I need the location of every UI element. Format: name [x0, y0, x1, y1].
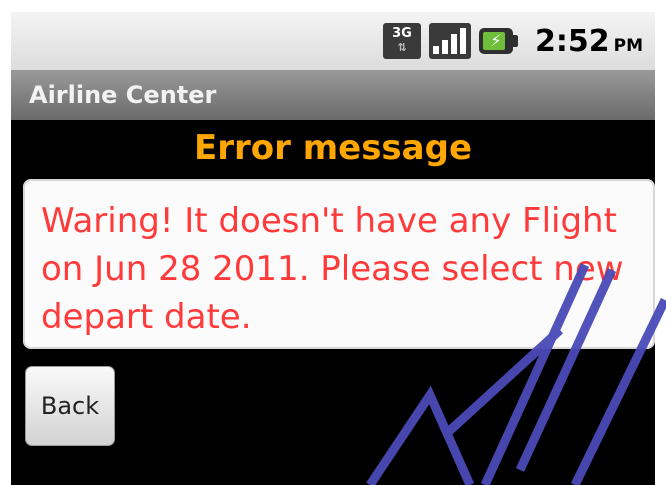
status-clock: 2:52 PM: [535, 24, 643, 59]
app-title-bar: Airline Center: [11, 70, 655, 120]
error-message-box: Waring! It doesn't have any Flight on Ju…: [23, 179, 655, 349]
signal-strength-icon: [428, 23, 471, 59]
status-bar: 3G ⇅ ⚡ 2:52 PM: [11, 12, 655, 70]
signal-bar: [451, 34, 458, 54]
error-heading: Error message: [193, 128, 473, 168]
signal-bar: [460, 28, 467, 54]
battery-tip: [512, 35, 518, 47]
signal-bar: [433, 46, 440, 54]
clock-time: 2:52: [534, 23, 610, 59]
status-icons: 3G ⇅ ⚡ 2:52 PM: [382, 12, 643, 70]
battery-body: ⚡: [478, 28, 513, 54]
network-3g-icon: 3G ⇅: [382, 23, 421, 59]
phone-screen: 3G ⇅ ⚡ 2:52 PM Airline Center Error mess…: [11, 12, 655, 485]
battery-charging-icon: ⚡: [478, 26, 521, 56]
error-message-text: Waring! It doesn't have any Flight on Ju…: [41, 201, 624, 337]
network-label: 3G: [392, 26, 412, 41]
charging-bolt-icon: ⚡: [490, 31, 502, 50]
back-button[interactable]: Back: [25, 366, 115, 446]
app-title: Airline Center: [29, 81, 217, 109]
signal-bar: [442, 40, 449, 54]
network-arrows-icon: ⇅: [397, 41, 407, 54]
clock-ampm: PM: [613, 35, 643, 56]
